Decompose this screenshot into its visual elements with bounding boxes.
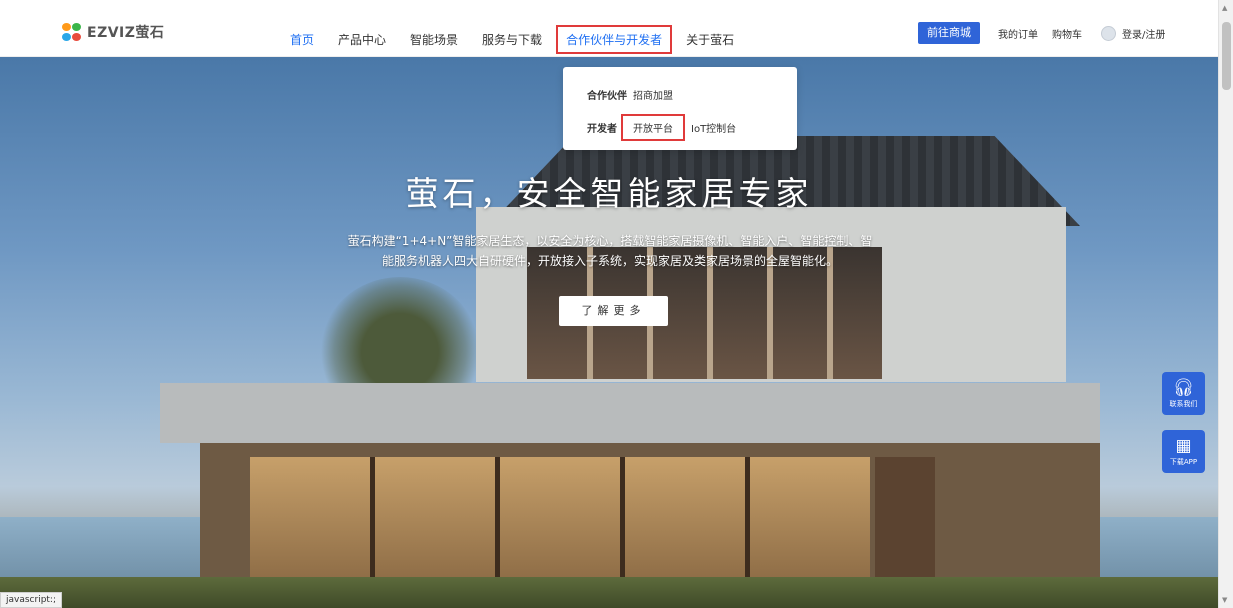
- hero-description: 萤石构建“1+4+N”智能家居生态，以安全为核心，搭载智能家居摄像机、智能入户、…: [300, 231, 920, 271]
- hero-desc-line-2: 能服务机器人四大自研硬件，开放接入子系统，实现家居及类家居场景的全屋智能化。: [381, 254, 838, 268]
- partners-dropdown-menu: 合作伙伴 招商加盟 开发者 开放平台 IoT控制台: [563, 67, 797, 150]
- nav-scenes[interactable]: 智能场景: [410, 31, 458, 48]
- contact-us-button[interactable]: 🎧︎ 联系我们: [1162, 372, 1205, 415]
- nav-products[interactable]: 产品中心: [338, 31, 386, 48]
- iot-console-link[interactable]: IoT控制台: [691, 120, 736, 135]
- user-avatar-icon[interactable]: [1101, 26, 1116, 41]
- dropdown-category-partner: 合作伙伴: [587, 91, 627, 102]
- cart-link[interactable]: 购物车: [1052, 26, 1082, 41]
- hero-grass: [0, 577, 1218, 608]
- house-lower-glass: [250, 457, 870, 585]
- dropdown-row-developer: 开发者 开放平台 IoT控制台: [587, 114, 752, 141]
- nav-about[interactable]: 关于萤石: [686, 31, 734, 48]
- headset-icon: 🎧︎: [1172, 378, 1195, 398]
- scroll-thumb[interactable]: [1222, 22, 1231, 90]
- contact-us-label: 联系我们: [1169, 400, 1198, 408]
- house-door: [875, 457, 935, 585]
- main-nav: 首页 产品中心 智能场景 服务与下载 合作伙伴与开发者 关于萤石: [290, 25, 758, 54]
- logo-icon: [62, 23, 82, 41]
- site-header: EZVIZ萤石 首页 产品中心 智能场景 服务与下载 合作伙伴与开发者 关于萤石…: [0, 0, 1218, 57]
- scroll-up-arrow-icon[interactable]: ▲: [1222, 4, 1227, 12]
- vertical-scrollbar[interactable]: ▲ ▼: [1218, 0, 1233, 608]
- hero-desc-line-1: 萤石构建“1+4+N”智能家居生态，以安全为核心，搭载智能家居摄像机、智能入户、…: [347, 234, 873, 248]
- go-to-shop-button[interactable]: 前往商城: [918, 22, 980, 44]
- nav-service[interactable]: 服务与下载: [482, 31, 542, 48]
- nav-home[interactable]: 首页: [290, 31, 314, 48]
- franchise-link[interactable]: 招商加盟: [633, 87, 673, 102]
- scroll-down-arrow-icon[interactable]: ▼: [1222, 596, 1227, 604]
- download-app-label: 下载APP: [1169, 458, 1198, 466]
- browser-status-bar: javascript:;: [0, 592, 63, 608]
- hero-title: 萤石，安全智能家居专家: [405, 174, 813, 213]
- qr-code-icon: ▦: [1175, 436, 1192, 456]
- brand-logo[interactable]: EZVIZ萤石: [62, 22, 164, 42]
- login-register-link[interactable]: 登录/注册: [1122, 26, 1165, 41]
- download-app-button[interactable]: ▦ 下载APP: [1162, 430, 1205, 473]
- learn-more-button[interactable]: 了解更多: [559, 296, 668, 326]
- nav-partners-developers[interactable]: 合作伙伴与开发者: [556, 25, 673, 54]
- logo-text: EZVIZ萤石: [87, 25, 165, 41]
- my-orders-link[interactable]: 我的订单: [998, 26, 1038, 41]
- dropdown-row-partner: 合作伙伴 招商加盟: [587, 87, 689, 102]
- house-slab: [160, 383, 1100, 443]
- open-platform-link[interactable]: 开放平台: [621, 114, 685, 141]
